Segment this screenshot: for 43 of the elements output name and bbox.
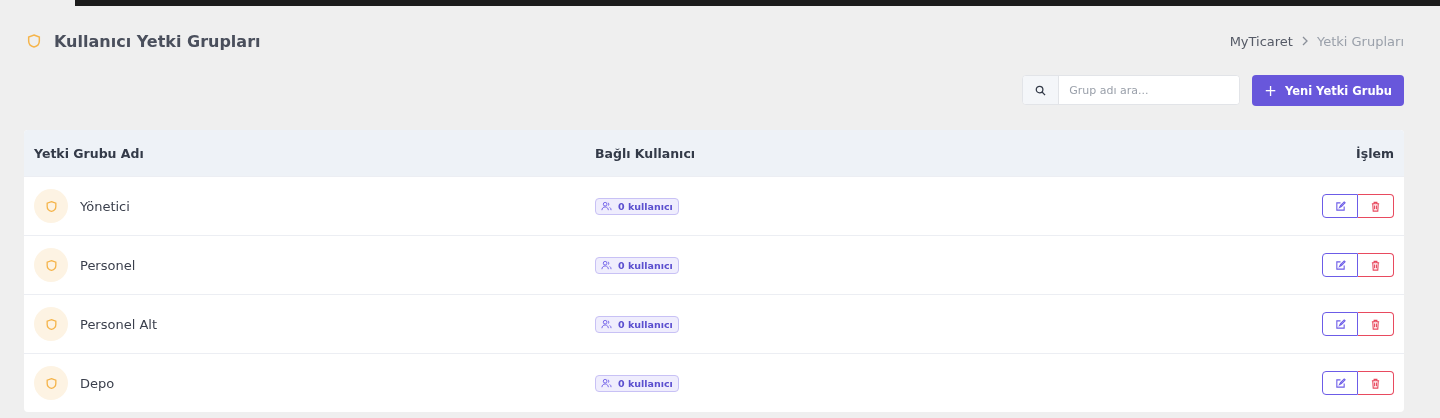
page-title: Kullanıcı Yetki Grupları <box>54 31 261 51</box>
column-header: Yetki Grubu Adı <box>33 145 145 161</box>
user-count-badge: 0 kullanıcı <box>595 374 679 392</box>
user-count-badge: 0 kullanıcı <box>595 256 679 274</box>
delete-button[interactable] <box>1358 371 1394 395</box>
breadcrumb-item: Yetki Grupları <box>1316 33 1404 49</box>
edit-icon <box>1334 200 1346 212</box>
group-name: Personel Alt <box>80 316 158 332</box>
shield-icon <box>26 33 42 49</box>
edit-button[interactable] <box>1322 312 1358 336</box>
search-field[interactable]: Grup adı ara... <box>1022 75 1241 105</box>
chevron-icon <box>1300 36 1309 46</box>
shield-icon <box>34 366 68 400</box>
shield-icon <box>34 307 68 341</box>
delete-button[interactable] <box>1358 312 1394 336</box>
edit-icon <box>1334 377 1346 389</box>
users-icon <box>601 200 612 212</box>
group-name: Yönetici <box>80 198 130 214</box>
edit-icon <box>1334 259 1346 271</box>
search-icon <box>1035 84 1047 96</box>
column-header: Bağlı Kullanıcı <box>595 145 697 161</box>
trash-icon <box>1370 259 1381 271</box>
group-name: Depo <box>80 375 115 391</box>
trash-icon <box>1370 318 1381 330</box>
new-group-button[interactable]: + Yeni Yetki Grubu <box>1252 75 1404 106</box>
edit-button[interactable] <box>1322 253 1358 277</box>
shield-icon <box>34 248 68 282</box>
shield-icon <box>34 189 68 223</box>
user-count-badge: 0 kullanıcı <box>595 315 679 333</box>
users-icon <box>601 377 612 389</box>
trash-icon <box>1370 377 1381 389</box>
delete-button[interactable] <box>1358 253 1394 277</box>
delete-button[interactable] <box>1358 194 1394 218</box>
user-count-badge: 0 kullanıcı <box>595 197 679 215</box>
users-icon <box>601 259 612 271</box>
trash-icon <box>1370 200 1381 212</box>
edit-icon <box>1334 318 1346 330</box>
users-icon <box>601 318 612 330</box>
edit-button[interactable] <box>1322 371 1358 395</box>
group-name: Personel <box>80 257 136 273</box>
edit-button[interactable] <box>1322 194 1358 218</box>
column-header: İşlem <box>1355 145 1395 161</box>
breadcrumb-item[interactable]: MyTicaret <box>1229 33 1293 49</box>
